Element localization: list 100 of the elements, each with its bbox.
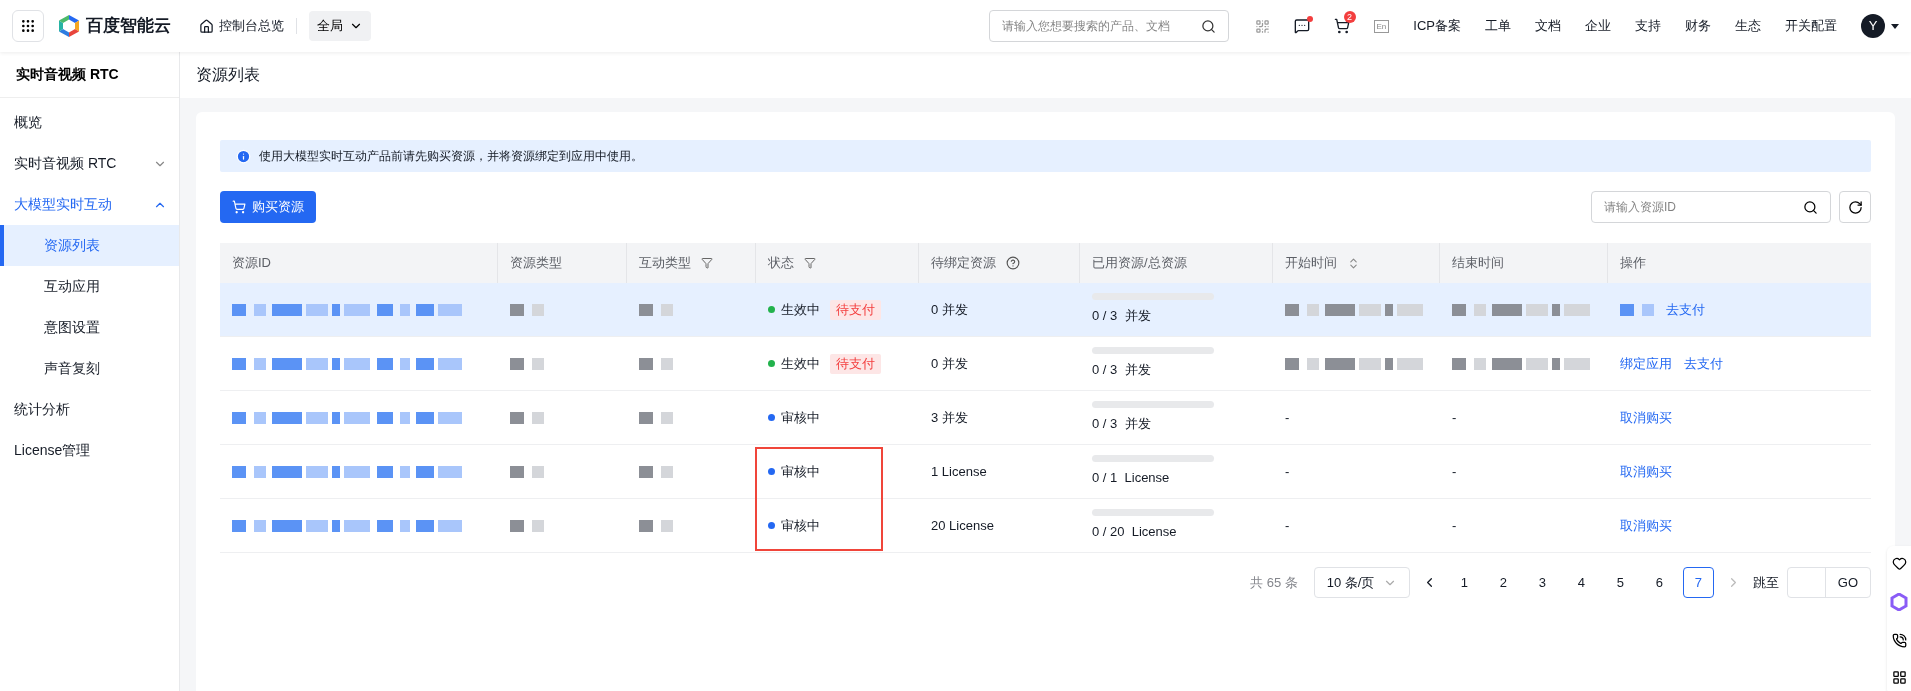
sidebar-item[interactable]: License管理 bbox=[0, 430, 179, 471]
table-cell-text: - bbox=[1285, 408, 1290, 427]
status-tag: 待支付 bbox=[830, 299, 881, 320]
search-field[interactable]: 请输入您想要搜索的产品、文档 bbox=[1001, 17, 1201, 35]
page-button[interactable]: 3 bbox=[1526, 567, 1558, 598]
pixelated-redaction bbox=[510, 411, 544, 424]
table-cell-text: 0 / 20 License bbox=[1092, 523, 1177, 542]
column-header: 待绑定资源 bbox=[931, 254, 996, 273]
action-link[interactable]: 取消购买 bbox=[1620, 407, 1672, 428]
cart-badge: 2 bbox=[1343, 11, 1356, 23]
action-link[interactable]: 绑定应用 bbox=[1620, 353, 1672, 374]
column-header: 互动类型 bbox=[639, 254, 691, 273]
nav-link[interactable]: 开关配置 bbox=[1785, 16, 1837, 36]
action-link[interactable]: 取消购买 bbox=[1620, 515, 1672, 536]
page-button[interactable]: 2 bbox=[1487, 567, 1519, 598]
filter-icon[interactable] bbox=[701, 257, 713, 269]
nav-link[interactable]: 企业 bbox=[1585, 16, 1611, 36]
table-cell-text: 1 License bbox=[931, 462, 987, 481]
status-tag: 待支付 bbox=[830, 353, 881, 374]
table-cell-text: - bbox=[1452, 462, 1457, 481]
page-size-select[interactable]: 10 条/页 bbox=[1313, 567, 1410, 598]
table-cell-text: - bbox=[1452, 408, 1457, 427]
sidebar-item[interactable]: 大模型实时互动 bbox=[0, 184, 179, 225]
pixelated-redaction bbox=[1620, 303, 1654, 316]
grid-icon[interactable] bbox=[1891, 670, 1907, 685]
home-icon bbox=[199, 18, 214, 34]
column-header: 已用资源/总资源 bbox=[1092, 254, 1187, 273]
action-link[interactable]: 去支付 bbox=[1684, 353, 1723, 374]
pixelated-redaction bbox=[510, 465, 544, 478]
brand-name: 百度智能云 bbox=[86, 15, 171, 38]
nav-link[interactable]: 文档 bbox=[1535, 16, 1561, 36]
filter-icon[interactable] bbox=[804, 257, 816, 269]
page-jump-box[interactable]: GO bbox=[1786, 567, 1871, 598]
phone-icon[interactable] bbox=[1891, 633, 1907, 648]
sidebar-subitem[interactable]: 意图设置 bbox=[0, 307, 179, 348]
assistant-logo-icon[interactable] bbox=[1890, 593, 1908, 611]
column-header: 操作 bbox=[1620, 254, 1646, 273]
refresh-icon bbox=[1847, 199, 1863, 215]
console-home-link[interactable]: 控制台总览 bbox=[199, 16, 284, 36]
table-row[interactable]: 生效中 待支付 0 并发 0 / 3 并发 去支付 bbox=[220, 283, 1871, 337]
favorite-icon[interactable] bbox=[1891, 556, 1907, 571]
table-cell-text: - bbox=[1285, 516, 1290, 535]
scope-dropdown[interactable]: 全局 bbox=[309, 11, 371, 41]
sidebar-item[interactable]: 概览 bbox=[0, 102, 179, 143]
nav-link[interactable]: ICP备案 bbox=[1413, 16, 1461, 36]
table-cell-text: - bbox=[1452, 516, 1457, 535]
buy-resource-button[interactable]: 购买资源 bbox=[220, 191, 316, 223]
page-button[interactable]: 5 bbox=[1604, 567, 1636, 598]
search-icon bbox=[1200, 18, 1216, 34]
page-button[interactable]: 1 bbox=[1448, 567, 1480, 598]
nav-link[interactable]: 支持 bbox=[1635, 16, 1661, 36]
refresh-button[interactable] bbox=[1839, 191, 1871, 223]
sort-icon[interactable] bbox=[1347, 256, 1360, 270]
sidebar-subitem[interactable]: 声音复刻 bbox=[0, 348, 179, 389]
table-cell-text: 3 并发 bbox=[931, 408, 968, 427]
status-text: 审核中 bbox=[781, 516, 820, 535]
page-button[interactable]: 4 bbox=[1565, 567, 1597, 598]
caret-icon[interactable] bbox=[1891, 23, 1899, 29]
resource-id-search-field[interactable]: 请输入资源ID bbox=[1604, 198, 1803, 216]
table-cell-text: 0 并发 bbox=[931, 300, 968, 319]
column-header: 资源类型 bbox=[510, 254, 562, 273]
language-button[interactable]: En bbox=[1373, 19, 1390, 33]
column-header: 资源ID bbox=[232, 254, 271, 273]
column-header: 开始时间 bbox=[1285, 254, 1337, 273]
cart-icon bbox=[232, 200, 246, 214]
help-icon[interactable] bbox=[1006, 256, 1020, 270]
action-link[interactable]: 去支付 bbox=[1666, 299, 1705, 320]
page-button[interactable]: 7 bbox=[1682, 567, 1714, 598]
go-button[interactable]: GO bbox=[1825, 568, 1870, 597]
column-header: 状态 bbox=[768, 254, 794, 273]
search-icon bbox=[1803, 199, 1818, 215]
app-menu-button[interactable] bbox=[12, 10, 44, 42]
pixelated-redaction bbox=[639, 303, 673, 316]
sidebar-item[interactable]: 统计分析 bbox=[0, 389, 179, 430]
message-button[interactable] bbox=[1293, 18, 1310, 34]
nav-link[interactable]: 生态 bbox=[1735, 16, 1761, 36]
table-cell-text: - bbox=[1285, 462, 1290, 481]
sidebar-subitem[interactable]: 资源列表 bbox=[0, 225, 179, 266]
table-cell-text: 0 / 1 License bbox=[1092, 469, 1170, 488]
status-text: 审核中 bbox=[781, 462, 820, 481]
search-box[interactable]: 请输入您想要搜索的产品、文档 bbox=[988, 10, 1229, 42]
table-cell-text: 0 / 3 并发 bbox=[1092, 361, 1151, 380]
page-button[interactable]: 6 bbox=[1643, 567, 1675, 598]
pixelated-redaction bbox=[639, 357, 673, 370]
logo-icon bbox=[58, 14, 80, 38]
notice-text: 使用大模型实时互动产品前请先购买资源，并将资源绑定到应用中使用。 bbox=[259, 148, 643, 165]
user-avatar[interactable]: Y bbox=[1861, 14, 1885, 38]
total-count: 共 65 条 bbox=[1250, 573, 1298, 592]
sidebar-item[interactable]: 实时音视频 RTC bbox=[0, 143, 179, 184]
nav-link[interactable]: 工单 bbox=[1485, 16, 1511, 36]
sidebar-subitem[interactable]: 互动应用 bbox=[0, 266, 179, 307]
pixelated-redaction bbox=[639, 465, 673, 478]
cart-button[interactable] bbox=[1333, 18, 1350, 34]
pixelated-redaction bbox=[510, 519, 544, 532]
resource-id-search-box[interactable]: 请输入资源ID bbox=[1591, 191, 1831, 223]
action-link[interactable]: 取消购买 bbox=[1620, 461, 1672, 482]
qr-code-icon[interactable] bbox=[1254, 18, 1270, 34]
pixelated-redaction bbox=[510, 303, 544, 316]
status-text: 生效中 bbox=[781, 300, 820, 319]
nav-link[interactable]: 财务 bbox=[1685, 16, 1711, 36]
